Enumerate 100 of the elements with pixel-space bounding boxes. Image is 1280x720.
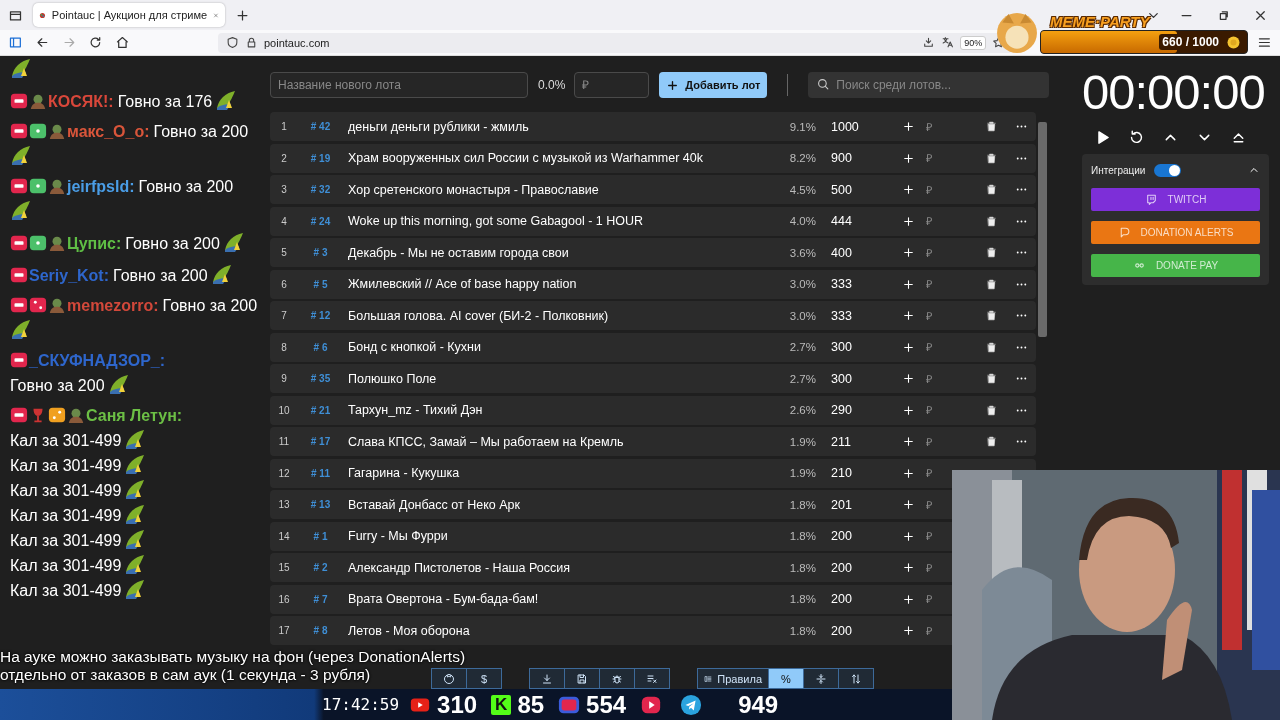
amount-field[interactable]: ₽ xyxy=(926,120,944,133)
lot-amount: 201 xyxy=(830,497,853,512)
lot-name: Хор сретенского монастыря - Православие xyxy=(347,182,600,197)
lot-id: # 3 xyxy=(312,247,329,258)
row-number: 9 xyxy=(280,373,288,384)
username: _СКУФНАДЗОР_: xyxy=(29,352,166,369)
lot-percent: 1.8% xyxy=(788,561,816,574)
lot-amount: 900 xyxy=(830,151,853,165)
lot-id: # 8 xyxy=(312,625,329,636)
lot-percent: 1.9% xyxy=(788,467,816,479)
row-number: 16 xyxy=(277,593,291,605)
amount-field[interactable]: ₽ xyxy=(926,278,944,290)
lot-percent: 1.8% xyxy=(788,498,816,511)
row-number: 3 xyxy=(280,184,288,195)
lot-percent: 1.8% xyxy=(788,624,816,637)
lot-amount: 200 xyxy=(830,592,853,606)
amount-field[interactable]: ₽ xyxy=(926,215,944,227)
percent-value: 0.0% xyxy=(538,78,566,92)
lot-amount: 300 xyxy=(830,340,853,354)
viewer-count: 554 xyxy=(586,690,627,719)
amount-field[interactable]: ₽ xyxy=(926,467,944,479)
lot-id: # 12 xyxy=(309,310,332,321)
lot-percent: 9.1% xyxy=(788,120,816,133)
lot-name: Летов - Моя оборона xyxy=(347,623,471,638)
integration-button[interactable]: TWITCH xyxy=(1091,188,1260,211)
percent-button[interactable]: % xyxy=(768,668,804,689)
amount-field[interactable]: ₽ xyxy=(926,309,944,322)
username: макс_O_o: xyxy=(67,123,150,140)
amount-field[interactable]: ₽ xyxy=(926,246,944,259)
message-text: Говно за 200 xyxy=(113,266,208,286)
lot-name: Храм вооруженных сил России с музыкой из Warhammer 40k xyxy=(347,151,704,165)
integrations-title: Интеграции xyxy=(1091,164,1146,176)
amount-field[interactable]: ₽ xyxy=(926,561,944,574)
amount-field[interactable]: ₽ xyxy=(926,152,944,164)
amount-field[interactable]: ₽ xyxy=(926,372,944,385)
lot-amount: 444 xyxy=(830,214,853,228)
clock-time: 17:42:59 xyxy=(322,695,400,714)
caption-text: отдельно от заказов в сам аук (1 секунда - 3 рубля) xyxy=(0,666,371,684)
lot-name: Слава КПСС, Замай – Мы работаем на Кремль xyxy=(347,434,625,449)
overlay-title: MEME·PARTY xyxy=(1049,13,1150,30)
row-number: 10 xyxy=(277,404,291,416)
amount-field[interactable]: ₽ xyxy=(926,530,944,542)
amount-field[interactable]: ₽ xyxy=(926,341,944,353)
lot-percent: 2.6% xyxy=(788,404,816,416)
lot-amount: 1000 xyxy=(830,119,860,134)
row-number: 6 xyxy=(280,278,288,290)
add-lot-button[interactable]: Добавить лот xyxy=(659,72,768,98)
k-logo: K xyxy=(491,694,512,715)
progress-text: 660 / 1000 xyxy=(1159,34,1222,50)
lot-name: Вставай Донбасс от Неко Арк xyxy=(347,497,521,512)
lot-id: # 35 xyxy=(309,373,332,384)
amount-field[interactable]: ₽ xyxy=(926,498,944,511)
row-number: 7 xyxy=(280,310,288,321)
lot-id: # 11 xyxy=(310,467,331,479)
lot-name: Woke up this morning, got some Gabagool - 1 HOUR xyxy=(347,214,645,228)
message-text: Кал за 301-499 xyxy=(10,531,122,551)
username: memezorro: xyxy=(67,297,159,314)
amount-field[interactable]: ₽ xyxy=(926,404,944,416)
amount-field[interactable]: ₽ xyxy=(926,183,944,196)
lot-name-field[interactable]: Название нового лота xyxy=(270,72,528,98)
lot-percent: 2.7% xyxy=(788,341,816,353)
lot-name: Полюшко Поле xyxy=(347,371,438,386)
lot-amount: 200 xyxy=(830,560,853,575)
username: КОСЯК!: xyxy=(48,93,114,110)
viewer-count: 949 xyxy=(738,690,779,719)
lot-amount: 200 xyxy=(830,529,853,543)
lot-name: Александр Пистолетов - Наша Россия xyxy=(347,560,572,575)
amount-field[interactable]: ₽ xyxy=(926,593,944,605)
zoom-level[interactable]: 90% xyxy=(960,35,987,50)
lot-id: # 42 xyxy=(309,121,332,132)
amount-field[interactable]: ₽ xyxy=(926,624,944,637)
lot-name: Врата Овертона - Бум-бада-бам! xyxy=(347,592,540,606)
lot-percent: 2.7% xyxy=(788,372,816,385)
lot-id: # 1 xyxy=(312,530,329,542)
caption-text: На ауке можно заказывать музыку на фон (через DonationAlerts) xyxy=(0,648,466,666)
lot-id: # 24 xyxy=(309,215,332,227)
lot-id: # 21 xyxy=(309,404,332,416)
dollar-button[interactable]: $ xyxy=(466,668,502,689)
message-text: Кал за 301-499 xyxy=(10,481,122,501)
amount-field[interactable]: ₽ xyxy=(926,435,944,448)
lot-percent: 3.0% xyxy=(788,278,816,290)
lot-id: # 19 xyxy=(309,152,332,164)
message-text: Кал за 301-499 xyxy=(10,556,122,576)
url-text: pointauc.com xyxy=(264,36,330,49)
search-field[interactable]: Поиск среди лотов... xyxy=(808,72,1050,98)
timer: 00:00:00 xyxy=(1082,68,1266,116)
lot-amount: 211 xyxy=(830,434,852,449)
browser-tab[interactable]: Pointauc | Аукцион для стриме xyxy=(33,3,225,27)
tab-title: Pointauc | Аукцион для стриме xyxy=(51,9,208,21)
list-button[interactable]: Правила xyxy=(697,668,769,689)
message-text: Кал за 301-499 xyxy=(10,456,122,476)
row-number: 15 xyxy=(277,562,291,573)
amount-field[interactable]: ₽ xyxy=(574,72,650,98)
lot-id: # 32 xyxy=(309,184,332,195)
lot-percent: 1.8% xyxy=(788,593,816,605)
lot-id: # 13 xyxy=(309,499,332,510)
message-text: Говно за 176 xyxy=(117,92,213,112)
username: jeirfpsld: xyxy=(67,178,135,195)
row-number: 14 xyxy=(277,530,291,542)
row-number: 11 xyxy=(277,436,291,447)
